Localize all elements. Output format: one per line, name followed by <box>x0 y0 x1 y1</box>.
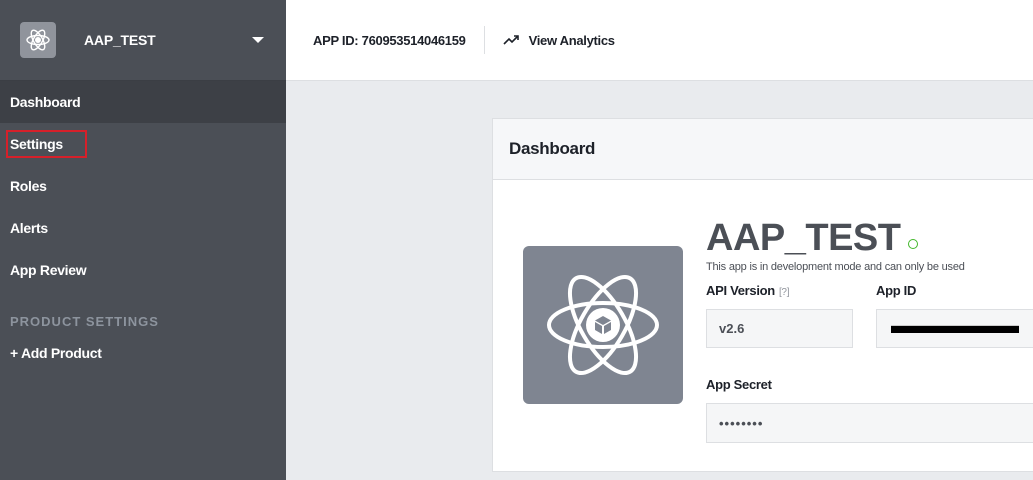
atom-icon <box>20 22 56 58</box>
sidebar-item-label: App Review <box>10 262 87 278</box>
card-header: Dashboard <box>493 119 1033 180</box>
status-indicator-icon <box>908 238 919 249</box>
api-version-label: API Version [?] <box>706 283 789 298</box>
sidebar-item-dashboard[interactable]: Dashboard <box>0 81 286 123</box>
app-secret-value: •••••••• <box>719 415 764 431</box>
sidebar-item-alerts[interactable]: Alerts <box>0 207 286 249</box>
api-version-value: v2.6 <box>719 321 745 336</box>
sidebar-item-label: Alerts <box>10 220 48 236</box>
topbar-app-id: APP ID: 760953514046159 <box>313 32 466 48</box>
app-id-label: App ID <box>876 283 917 298</box>
sidebar-item-app-review[interactable]: App Review <box>0 249 286 291</box>
app-name: AAP_TEST <box>84 32 156 48</box>
add-product-button[interactable]: + Add Product <box>0 333 286 373</box>
app-secret-label: App Secret <box>706 377 772 392</box>
app-mode-description: This app is in development mode and can … <box>706 261 965 273</box>
sidebar-item-label: Settings <box>6 130 87 158</box>
app-switcher[interactable]: AAP_TEST <box>0 0 286 81</box>
sidebar-item-roles[interactable]: Roles <box>0 165 286 207</box>
divider <box>483 26 485 54</box>
view-analytics-link[interactable]: View Analytics <box>503 33 615 48</box>
app-icon <box>523 246 683 404</box>
api-version-label-text: API Version <box>706 283 775 298</box>
topbar: APP ID: 760953514046159 View Analytics <box>286 0 1033 81</box>
app-id-field[interactable] <box>876 309 1033 348</box>
atom-icon <box>547 274 659 376</box>
section-header-product-settings: PRODUCT SETTINGS <box>10 314 159 329</box>
api-version-help-link[interactable]: [?] <box>779 287 790 298</box>
redacted-app-id <box>891 324 1019 333</box>
chevron-down-icon[interactable] <box>252 37 264 43</box>
app-title-row: AAP_TEST <box>706 217 919 260</box>
card-title: Dashboard <box>509 139 596 158</box>
view-analytics-label: View Analytics <box>528 32 615 48</box>
api-version-field[interactable]: v2.6 <box>706 309 853 348</box>
app-title: AAP_TEST <box>706 217 901 259</box>
sidebar-item-label: Dashboard <box>10 94 81 110</box>
dashboard-card: Dashboard AAP_TEST This app is in develo… <box>492 118 1033 472</box>
sidebar-item-label: Roles <box>10 178 47 194</box>
trend-up-icon <box>503 35 519 45</box>
sidebar-item-settings[interactable]: Settings <box>0 123 286 165</box>
sidebar: AAP_TEST Dashboard Settings Roles Alerts… <box>0 0 286 480</box>
app-secret-field[interactable]: •••••••• <box>706 403 1033 443</box>
